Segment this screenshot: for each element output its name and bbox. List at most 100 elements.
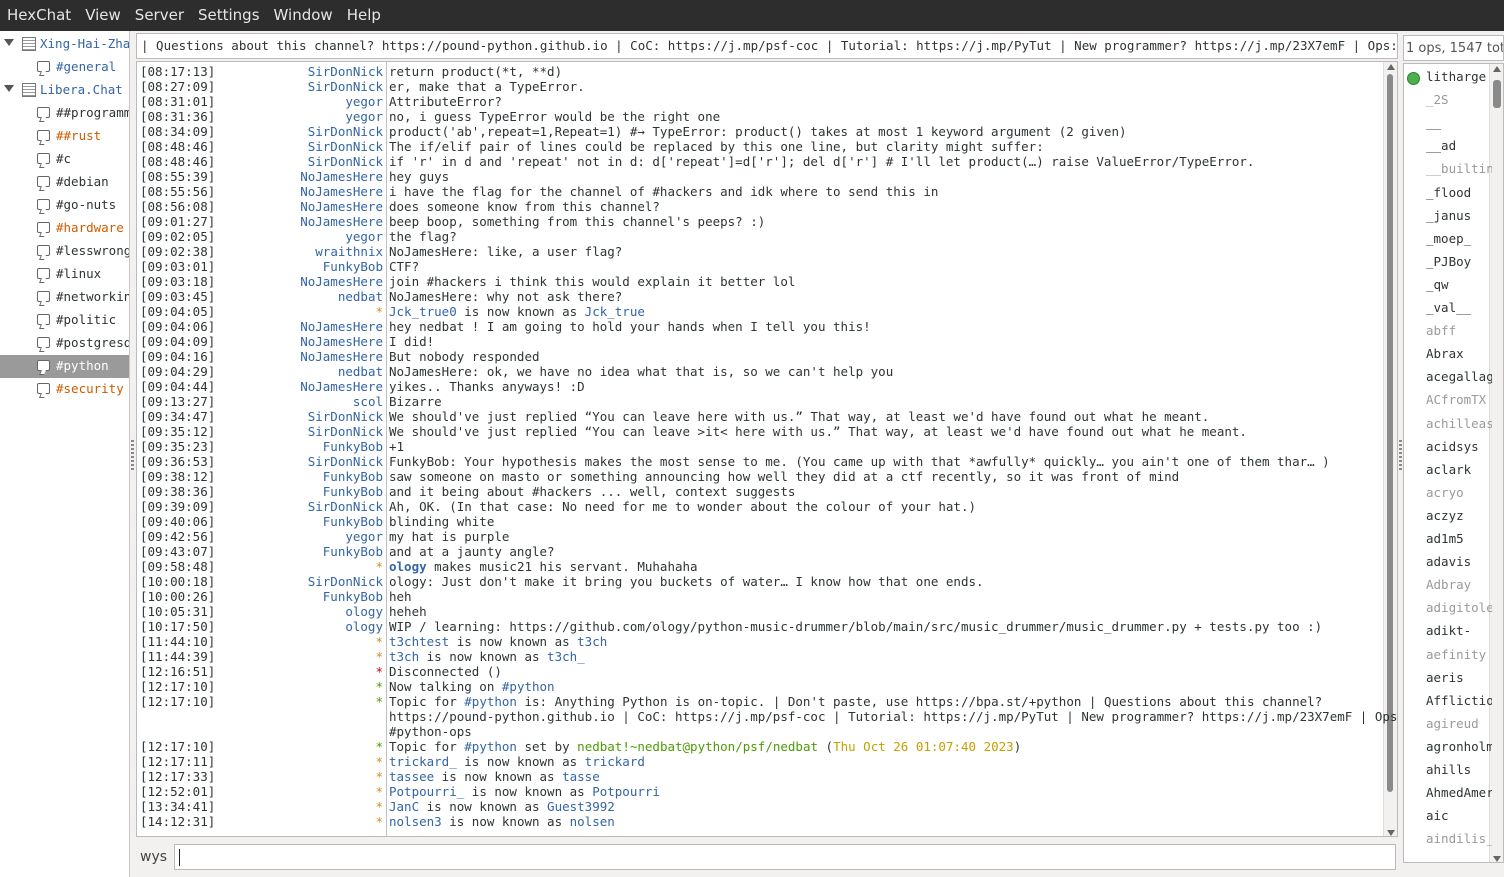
nick-label[interactable]: SirDonNick [221,409,383,424]
menu-hexchat[interactable]: HexChat [0,0,78,31]
nick-label[interactable]: yegor [221,109,383,124]
user-item[interactable]: ACfromTX [1426,392,1492,412]
nick-label[interactable]: SirDonNick [221,64,383,79]
nick-label[interactable]: FunkyBob [221,544,383,559]
user-item[interactable]: _PJBoy [1426,254,1492,274]
tree-channel[interactable]: #linux [0,263,129,286]
user-item[interactable]: _moep_ [1426,231,1492,251]
user-item[interactable]: __builtins__ [1426,161,1492,181]
tree-channel[interactable]: #c [0,148,129,171]
user-item[interactable]: adikt- [1426,623,1492,643]
user-item[interactable]: acegallagher [1426,369,1492,389]
user-item[interactable]: acryo [1426,485,1492,505]
tree-channel[interactable]: #postgresql [0,332,129,355]
userlist-scroll-thumb[interactable] [1493,80,1501,108]
nick-label[interactable]: NoJamesHere [221,349,383,364]
nick-label[interactable]: wraithnix [221,244,383,259]
nick-label[interactable]: * [221,649,383,664]
user-item[interactable]: __ad [1426,138,1492,158]
user-item[interactable]: adigitoleo [1426,600,1492,620]
nick-label[interactable]: FunkyBob [221,484,383,499]
nick-label[interactable]: FunkyBob [221,439,383,454]
menu-view[interactable]: View [78,0,128,31]
nick-label[interactable]: yegor [221,529,383,544]
user-item[interactable]: _flood [1426,185,1492,205]
user-item[interactable]: Adbray [1426,577,1492,597]
user-item[interactable]: AhmedAmer [1426,785,1492,805]
nick-label[interactable]: FunkyBob [221,514,383,529]
tree-channel[interactable]: ##programming [0,102,129,125]
nick-label[interactable]: ology [221,604,383,619]
nick-label[interactable]: scol [221,394,383,409]
nick-label[interactable]: SirDonNick [221,154,383,169]
user-item[interactable]: agireud [1426,716,1492,736]
topic-bar[interactable]: | Questions about this channel? https://… [136,33,1398,59]
user-item[interactable]: __ [1426,115,1492,135]
user-item[interactable]: ad1m5 [1426,531,1492,551]
nick-label[interactable]: yegor [221,94,383,109]
nick-label[interactable]: SirDonNick [221,499,383,514]
tree-server[interactable]: Libera.Chat [0,79,129,102]
nick-label[interactable]: FunkyBob [221,589,383,604]
user-item[interactable]: aeris [1426,670,1492,690]
userlist-resize-handle[interactable] [1399,440,1402,470]
nick-label[interactable]: ology [221,619,383,634]
user-item[interactable]: _qw [1426,277,1492,297]
nick-label[interactable]: * [221,814,383,829]
user-item[interactable]: abff [1426,323,1492,343]
nick-label[interactable]: * [221,679,383,694]
nick-button[interactable]: wys [140,849,167,865]
nick-label[interactable]: NoJamesHere [221,319,383,334]
user-item[interactable]: Abrax [1426,346,1492,366]
tree-channel[interactable]: #hardware [0,217,129,240]
user-item[interactable]: aefinity [1426,647,1492,667]
user-item[interactable]: aic [1426,808,1492,828]
tree-channel[interactable]: #politic [0,309,129,332]
nick-label[interactable]: * [221,634,383,649]
user-item[interactable]: aczyz [1426,508,1492,528]
tree-resize-handle[interactable] [131,440,134,470]
nick-label[interactable]: * [221,739,383,754]
user-item[interactable]: _2S [1426,92,1492,112]
nick-label[interactable]: nedbat [221,364,383,379]
nick-label[interactable]: * [221,304,383,319]
scroll-down-icon[interactable] [1493,856,1501,862]
nick-label[interactable]: * [221,769,383,784]
tree-channel[interactable]: #python [0,355,129,378]
menu-window[interactable]: Window [267,0,340,31]
scroll-up-icon[interactable] [1387,64,1395,70]
tree-channel[interactable]: #go-nuts [0,194,129,217]
user-item[interactable]: _val__ [1426,300,1492,320]
menu-help[interactable]: Help [340,0,388,31]
tree-channel[interactable]: ##rust [0,125,129,148]
nick-label[interactable]: NoJamesHere [221,214,383,229]
tree-channel[interactable]: #security [0,378,129,401]
user-item[interactable]: litharge [1426,69,1492,89]
user-item[interactable]: ahills [1426,762,1492,782]
nick-label[interactable]: FunkyBob [221,469,383,484]
user-item[interactable]: achilleas [1426,416,1492,436]
menu-settings[interactable]: Settings [191,0,267,31]
nick-label[interactable]: NoJamesHere [221,184,383,199]
nick-label[interactable]: NoJamesHere [221,274,383,289]
nick-label[interactable]: nedbat [221,289,383,304]
chat-scroll-thumb[interactable] [1387,74,1393,792]
user-item[interactable]: aclark [1426,462,1492,482]
user-item[interactable]: aindilis_ [1426,831,1492,851]
nick-label[interactable]: * [221,664,383,679]
nick-label[interactable]: NoJamesHere [221,169,383,184]
tree-server[interactable]: Xing-Hai-Zhan [0,33,129,56]
user-item[interactable]: Affliction [1426,693,1492,713]
nick-label[interactable]: * [221,559,383,574]
tree-channel[interactable]: #general [0,56,129,79]
userlist-hscrollbar[interactable] [1403,863,1504,875]
nick-label[interactable]: NoJamesHere [221,199,383,214]
nick-label[interactable]: SirDonNick [221,574,383,589]
user-item[interactable]: agronholm [1426,739,1492,759]
user-item[interactable]: adavis [1426,554,1492,574]
nick-label[interactable]: SirDonNick [221,124,383,139]
scroll-down-icon[interactable] [1387,830,1395,836]
user-item[interactable]: acidsys [1426,439,1492,459]
nick-label[interactable]: SirDonNick [221,454,383,469]
expander-arrow-icon[interactable] [4,39,14,46]
